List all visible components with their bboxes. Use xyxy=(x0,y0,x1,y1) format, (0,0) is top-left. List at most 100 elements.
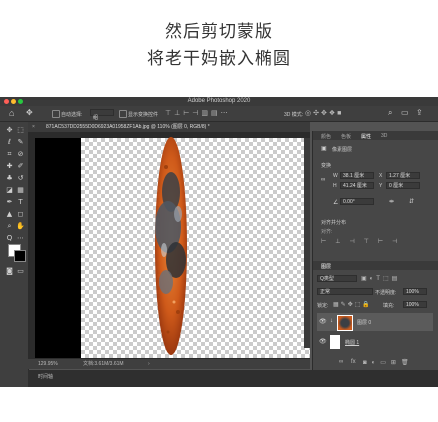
shape-tool-icon[interactable]: ◻ xyxy=(16,210,25,218)
crop-tool-icon[interactable]: ⌗ xyxy=(5,150,14,158)
eyedropper-tool-icon[interactable]: ⊘ xyxy=(16,150,25,158)
x-field[interactable]: 1.27 厘米 xyxy=(386,172,420,179)
document-info: 文档:3.61M/3.61M xyxy=(83,361,124,367)
canvas-area[interactable] xyxy=(28,132,310,359)
clip-arrow-icon: ↓ xyxy=(330,318,333,324)
opacity-field[interactable]: 100% xyxy=(403,288,427,295)
home-icon[interactable]: ⌂ xyxy=(9,108,14,118)
tab-layers[interactable]: 图层 xyxy=(321,263,331,270)
layer-thumbnail[interactable] xyxy=(337,315,353,331)
history-brush-tool-icon[interactable]: ↺ xyxy=(16,174,25,182)
auto-select-value: 组 xyxy=(93,115,99,121)
gradient-tool-icon[interactable]: ▦ xyxy=(16,186,25,194)
layer-row-1[interactable]: 👁 椭圆 1 xyxy=(317,333,433,351)
marquee-tool-icon[interactable]: ⬚ xyxy=(16,126,25,134)
lasso-tool-icon[interactable]: ℓ xyxy=(5,138,14,146)
minimize-window-button[interactable] xyxy=(11,99,16,104)
layer-name[interactable]: 椭圆 1 xyxy=(345,339,359,346)
zoom-tool-icon[interactable]: ⌕ xyxy=(5,222,14,230)
share-icon[interactable]: ⇪ xyxy=(416,108,423,117)
healing-tool-icon[interactable]: ✚ xyxy=(5,162,14,170)
layer-type-label: 像素图层 xyxy=(332,147,353,153)
screen-mode-icon[interactable]: ▭ xyxy=(16,267,25,275)
close-tab-icon[interactable]: × xyxy=(32,122,35,132)
vertical-scrollbar[interactable] xyxy=(304,138,310,348)
angle-field[interactable]: 0.00° xyxy=(340,198,374,205)
quick-select-tool-icon[interactable]: ✎ xyxy=(16,138,25,146)
align-section-title[interactable]: 对齐并分布 xyxy=(321,219,346,226)
move-tool-icon[interactable]: ✥ xyxy=(5,126,14,134)
visibility-eye-icon[interactable]: 👁 xyxy=(319,338,327,345)
y-field[interactable]: 0 厘米 xyxy=(386,182,420,189)
path-select-tool-icon[interactable]: ▲ xyxy=(5,210,14,218)
workspace-icon[interactable]: ▭ xyxy=(401,108,409,117)
eraser-tool-icon[interactable]: ◪ xyxy=(5,186,14,194)
filter-icons[interactable]: ▣◐T⬚▤ xyxy=(361,275,400,282)
quick-mask-icon[interactable]: ◙ xyxy=(5,267,14,275)
width-field[interactable]: 38.1 厘米 xyxy=(340,172,374,179)
flip-horizontal-icon[interactable]: ⇹ xyxy=(389,198,394,205)
hand-tool-icon[interactable]: ✋ xyxy=(16,222,25,230)
caption-line-2: 将老干妈嵌入椭圆 xyxy=(147,49,291,69)
timeline-label[interactable]: 时间轴 xyxy=(38,372,53,383)
width-value: 38.1 厘米 xyxy=(343,173,365,179)
kind-filter-dropdown[interactable]: Q类型 xyxy=(317,275,357,282)
status-arrow-icon[interactable]: › xyxy=(148,359,150,369)
3d-mode-label: 3D 模式: xyxy=(284,112,304,118)
pen-tool-icon[interactable]: ✒ xyxy=(5,198,14,206)
brush-tool-icon[interactable]: ✐ xyxy=(16,162,25,170)
tab-color[interactable]: 颜色 xyxy=(321,133,331,140)
options-bar: ⌂ ✥ 自动选择: 组 显示变换控件 ⊤⊥⊢⊣▥▤⋯ 3D 模式: ◎✣✥❖■ … xyxy=(0,106,438,122)
align-icons[interactable]: ⊤⊥⊢⊣▥▤⋯ xyxy=(165,109,231,117)
opacity-value: 100% xyxy=(406,289,419,295)
angle-value: 0.00° xyxy=(343,199,355,205)
flip-vertical-icon[interactable]: ⇵ xyxy=(409,198,414,205)
blend-mode-dropdown[interactable]: 正常 xyxy=(317,288,373,295)
y-label: Y xyxy=(379,183,383,189)
clipped-image[interactable] xyxy=(28,132,310,359)
fill-field[interactable]: 100% xyxy=(403,301,427,308)
show-transform-checkbox[interactable] xyxy=(119,110,127,118)
lock-label: 锁定: xyxy=(317,303,329,309)
background-color-swatch[interactable] xyxy=(14,250,26,262)
align-buttons-icons[interactable]: ⊢⊥⊣⊤⊢⊣ xyxy=(321,238,406,245)
w-label: W xyxy=(333,173,338,179)
layer-thumbnail[interactable] xyxy=(330,335,340,349)
pixel-layer-icon: ▣ xyxy=(321,146,327,152)
move-tool-icon[interactable]: ✥ xyxy=(26,108,33,117)
tab-properties[interactable]: 属性 xyxy=(361,133,371,140)
visibility-eye-icon[interactable]: 👁 xyxy=(319,318,327,325)
document-tab-label: 871AC537DD2555D0D6923A01958ZF1Ab.jpg @ 1… xyxy=(46,124,210,130)
caption-line-1: 然后剪切蒙版 xyxy=(165,22,273,42)
auto-select-dropdown[interactable]: 组 xyxy=(90,109,114,121)
rotate-view-icon[interactable]: Q xyxy=(5,234,14,242)
zoom-level[interactable]: 129.95% xyxy=(38,359,58,369)
layers-footer-icons[interactable]: ∞ xyxy=(339,359,347,365)
maximize-window-button[interactable] xyxy=(18,99,23,104)
layer-name[interactable]: 图层 0 xyxy=(357,319,371,326)
timeline-panel: 时间轴 xyxy=(28,370,438,387)
search-icon[interactable]: ⌕ xyxy=(388,108,392,118)
more-tools-icon[interactable]: ⋯ xyxy=(16,234,25,242)
height-field[interactable]: 41.24 厘米 xyxy=(340,182,374,189)
document-tab[interactable]: 871AC537DD2555D0D6923A01958ZF1Ab.jpg @ 1… xyxy=(28,122,310,132)
layer-actions-icons[interactable]: ◙◐▭⊞🗑 xyxy=(363,359,414,366)
fx-button[interactable]: fx xyxy=(351,359,356,365)
link-icon[interactable]: ∞ xyxy=(321,177,325,183)
3d-mode-icons[interactable]: ◎✣✥❖■ xyxy=(305,109,343,117)
h-label: H xyxy=(333,183,337,189)
type-tool-icon[interactable]: T xyxy=(16,198,25,206)
x-value: 1.27 厘米 xyxy=(389,173,411,179)
auto-select-label: 自动选择: xyxy=(61,112,83,118)
right-panels: 颜色 色板 属性 3D ▣ 像素图层 变换 ∞ W 38.1 厘米 X 1.27… xyxy=(312,131,438,370)
show-transform-label: 显示变换控件 xyxy=(128,112,159,118)
tab-3d[interactable]: 3D xyxy=(381,133,387,139)
tab-swatches[interactable]: 色板 xyxy=(341,133,351,140)
transform-section-title[interactable]: 变换 xyxy=(321,162,331,169)
tools-panel: ✥ ⬚ ℓ ✎ ⌗ ⊘ ✚ ✐ ♣ ↺ ◪ ▦ ✒ T ▲ ◻ ⌕ ✋ Q ⋯ … xyxy=(0,122,29,387)
stamp-tool-icon[interactable]: ♣ xyxy=(5,174,14,182)
layer-row-0[interactable]: 👁 ↓ 图层 0 xyxy=(317,313,433,331)
close-window-button[interactable] xyxy=(4,99,9,104)
auto-select-checkbox[interactable] xyxy=(52,110,60,118)
lock-icons[interactable]: ▦✎✥⬚🔒 xyxy=(333,301,372,308)
